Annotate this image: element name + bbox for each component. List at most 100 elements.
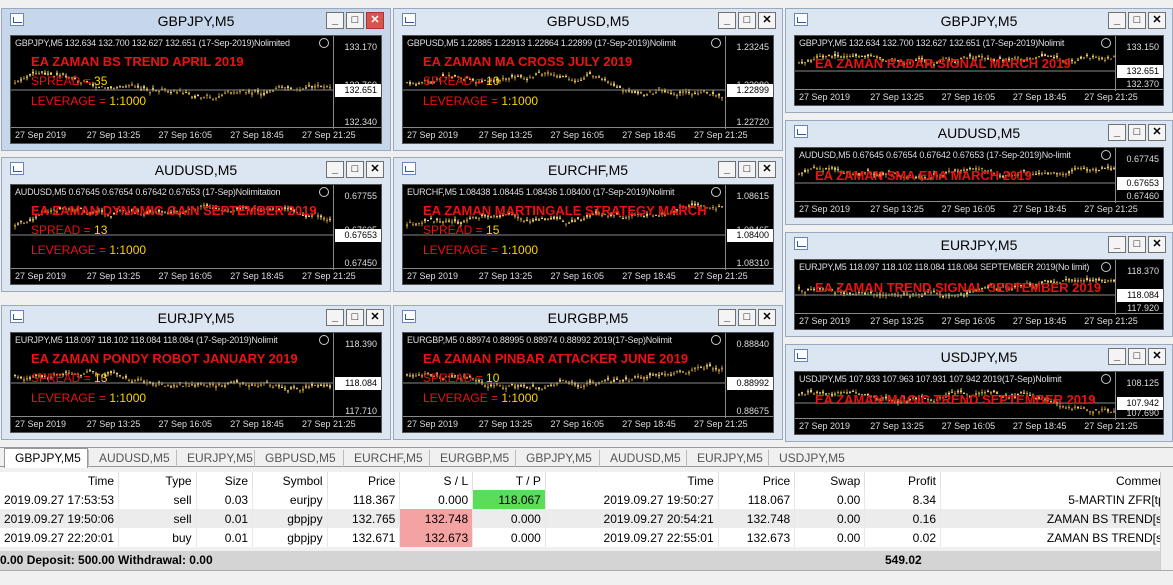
column-header[interactable]: Comment xyxy=(940,472,1173,490)
minimize-button[interactable]: _ xyxy=(326,161,344,178)
chart-tab[interactable]: AUDUSD,M5 xyxy=(88,450,174,467)
maximize-button[interactable]: □ xyxy=(738,12,756,29)
trade-cell: 118.367 xyxy=(327,490,401,509)
terminal-bottom-tabs[interactable] xyxy=(0,570,1173,585)
price-chart[interactable]: EURJPY,M5 118.097 118.102 118.084 118.08… xyxy=(794,259,1164,330)
chart-tab[interactable]: GBPJPY,M5 xyxy=(515,450,601,467)
time-axis: 27 Sep 2019 27 Sep 13:25 27 Sep 16:05 27 Se… xyxy=(403,268,773,284)
chart-tab[interactable]: EURJPY,M5 xyxy=(686,450,772,467)
close-button[interactable]: ✕ xyxy=(366,161,384,178)
chart-tab[interactable]: GBPUSD,M5 xyxy=(254,450,340,467)
window-titlebar[interactable]: EURJPY,M5 _ □ ✕ xyxy=(786,233,1172,256)
trade-row[interactable]: 2019.09.27 17:53:53 sell 0.03 eurjpy 118.367… xyxy=(0,490,1173,509)
chart-window-w8[interactable]: EURJPY,M5 _ □ ✕ EURJPY,M5 118.097 118.10… xyxy=(1,305,391,440)
close-button[interactable]: ✕ xyxy=(366,309,384,326)
column-header[interactable]: Time xyxy=(0,472,120,490)
price-tick: 117.920 xyxy=(1127,303,1159,313)
chart-window-w10[interactable]: USDJPY,M5 _ □ ✕ USDJPY,M5 107.933 107.96… xyxy=(785,344,1173,442)
column-header[interactable]: S / L xyxy=(399,472,474,490)
trade-row[interactable]: 2019.09.27 22:20:01 buy 0.01 gbpjpy 132.671 1… xyxy=(0,528,1173,547)
close-button[interactable]: ✕ xyxy=(1148,236,1166,253)
maximize-button[interactable]: □ xyxy=(1128,348,1146,365)
trade-cell: buy xyxy=(118,528,197,547)
minimize-button[interactable]: _ xyxy=(326,309,344,326)
maximize-button[interactable]: □ xyxy=(1128,236,1146,253)
time-tick: 27 Sep 21:25 xyxy=(694,130,748,140)
window-titlebar[interactable]: GBPJPY,M5 _ □ ✕ xyxy=(2,9,390,32)
vertical-scrollbar[interactable] xyxy=(1160,472,1173,570)
maximize-button[interactable]: □ xyxy=(738,161,756,178)
minimize-button[interactable]: _ xyxy=(718,161,736,178)
trade-row[interactable]: 2019.09.27 19:50:06 sell 0.01 gbpjpy 132.765… xyxy=(0,509,1173,528)
column-header[interactable]: Profit xyxy=(864,472,942,490)
minimize-button[interactable]: _ xyxy=(718,12,736,29)
minimize-button[interactable]: _ xyxy=(1108,12,1126,29)
price-chart[interactable]: AUDUSD,M5 0.67645 0.67654 0.67642 0.6765… xyxy=(794,147,1164,218)
price-chart[interactable]: USDJPY,M5 107.933 107.963 107.931 107.94… xyxy=(794,371,1164,435)
chart-window-w1[interactable]: GBPJPY,M5 _ □ ✕ GBPJPY,M5 132.634 132.70… xyxy=(1,8,391,151)
chart-tab[interactable]: GBPJPY,M5 xyxy=(4,448,88,468)
time-tick: 27 Sep 16:05 xyxy=(158,419,213,429)
price-chart[interactable]: GBPUSD,M5 1.22885 1.22913 1.22864 1.2289… xyxy=(402,35,774,144)
chart-tab[interactable]: EURJPY,M5 xyxy=(176,450,262,467)
maximize-button[interactable]: □ xyxy=(346,309,364,326)
time-tick: 27 Sep 2019 xyxy=(799,204,851,214)
trade-cell: 2019.09.27 20:54:21 xyxy=(545,509,719,528)
column-header[interactable]: Size xyxy=(196,472,254,490)
window-titlebar[interactable]: AUDUSD,M5 _ □ ✕ xyxy=(2,158,390,181)
window-titlebar[interactable]: AUDUSD,M5 _ □ ✕ xyxy=(786,121,1172,144)
maximize-button[interactable]: □ xyxy=(738,309,756,326)
chart-window-w2[interactable]: GBPUSD,M5 _ □ ✕ GBPUSD,M5 1.22885 1.2291… xyxy=(393,8,783,151)
chart-window-w4[interactable]: AUDUSD,M5 _ □ ✕ AUDUSD,M5 0.67645 0.6765… xyxy=(785,120,1173,225)
column-header[interactable]: Price xyxy=(718,472,796,490)
chart-window-w7[interactable]: EURJPY,M5 _ □ ✕ EURJPY,M5 118.097 118.10… xyxy=(785,232,1173,337)
price-chart[interactable]: AUDUSD,M5 0.67645 0.67654 0.67642 0.6765… xyxy=(10,184,382,285)
chart-window-w6[interactable]: EURCHF,M5 _ □ ✕ EURCHF,M5 1.08438 1.0844… xyxy=(393,157,783,292)
window-titlebar[interactable]: EURGBP,M5 _ □ ✕ xyxy=(394,306,782,329)
window-titlebar[interactable]: GBPUSD,M5 _ □ ✕ xyxy=(394,9,782,32)
close-button[interactable]: ✕ xyxy=(366,12,384,29)
window-titlebar[interactable]: EURCHF,M5 _ □ ✕ xyxy=(394,158,782,181)
price-chart[interactable]: EURCHF,M5 1.08438 1.08445 1.08436 1.0840… xyxy=(402,184,774,285)
column-header[interactable]: Type xyxy=(118,472,197,490)
minimize-button[interactable]: _ xyxy=(718,309,736,326)
close-button[interactable]: ✕ xyxy=(1148,348,1166,365)
chart-tab[interactable]: AUDUSD,M5 xyxy=(599,450,685,467)
price-chart[interactable]: EURJPY,M5 118.097 118.102 118.084 118.08… xyxy=(10,332,382,433)
column-header[interactable]: Price xyxy=(327,472,401,490)
window-titlebar[interactable]: USDJPY,M5 _ □ ✕ xyxy=(786,345,1172,368)
minimize-button[interactable]: _ xyxy=(1108,124,1126,141)
window-titlebar[interactable]: EURJPY,M5 _ □ ✕ xyxy=(2,306,390,329)
maximize-button[interactable]: □ xyxy=(1128,12,1146,29)
chart-window-w9[interactable]: EURGBP,M5 _ □ ✕ EURGBP,M5 0.88974 0.8899… xyxy=(393,305,783,440)
price-chart[interactable]: EURGBP,M5 0.88974 0.88995 0.88974 0.8899… xyxy=(402,332,774,433)
column-header[interactable]: Symbol xyxy=(252,472,328,490)
price-chart[interactable]: GBPJPY,M5 132.634 132.700 132.627 132.65… xyxy=(10,35,382,144)
maximize-button[interactable]: □ xyxy=(346,161,364,178)
chart-tab[interactable]: EURCHF,M5 xyxy=(343,450,429,467)
chart-window-w5[interactable]: AUDUSD,M5 _ □ ✕ AUDUSD,M5 0.67645 0.6765… xyxy=(1,157,391,292)
close-button[interactable]: ✕ xyxy=(1148,12,1166,29)
maximize-button[interactable]: □ xyxy=(1128,124,1146,141)
minimize-button[interactable]: _ xyxy=(326,12,344,29)
close-button[interactable]: ✕ xyxy=(758,309,776,326)
chart-info-line: USDJPY,M5 107.933 107.963 107.931 107.94… xyxy=(799,374,1062,384)
window-titlebar[interactable]: GBPJPY,M5 _ □ ✕ xyxy=(786,9,1172,32)
minimize-button[interactable]: _ xyxy=(1108,348,1126,365)
price-chart[interactable]: GBPJPY,M5 132.634 132.700 132.627 132.65… xyxy=(794,35,1164,106)
leverage-label: LEVERAGE = 1:1000 xyxy=(31,391,147,405)
minimize-button[interactable]: _ xyxy=(1108,236,1126,253)
time-tick: 27 Sep 2019 xyxy=(799,421,851,431)
close-button[interactable]: ✕ xyxy=(758,12,776,29)
chart-window-w3[interactable]: GBPJPY,M5 _ □ ✕ GBPJPY,M5 132.634 132.70… xyxy=(785,8,1173,113)
chart-tab[interactable]: EURGBP,M5 xyxy=(429,450,515,467)
column-header[interactable]: Swap xyxy=(794,472,866,490)
maximize-button[interactable]: □ xyxy=(346,12,364,29)
close-button[interactable]: ✕ xyxy=(1148,124,1166,141)
trade-cell: 0.00 xyxy=(794,490,866,509)
chart-tab[interactable]: USDJPY,M5 xyxy=(768,450,854,467)
close-button[interactable]: ✕ xyxy=(758,161,776,178)
chart-info-line: AUDUSD,M5 0.67645 0.67654 0.67642 0.6765… xyxy=(799,150,1071,160)
column-header[interactable]: T / P xyxy=(472,472,546,490)
column-header[interactable]: Time xyxy=(545,472,719,490)
